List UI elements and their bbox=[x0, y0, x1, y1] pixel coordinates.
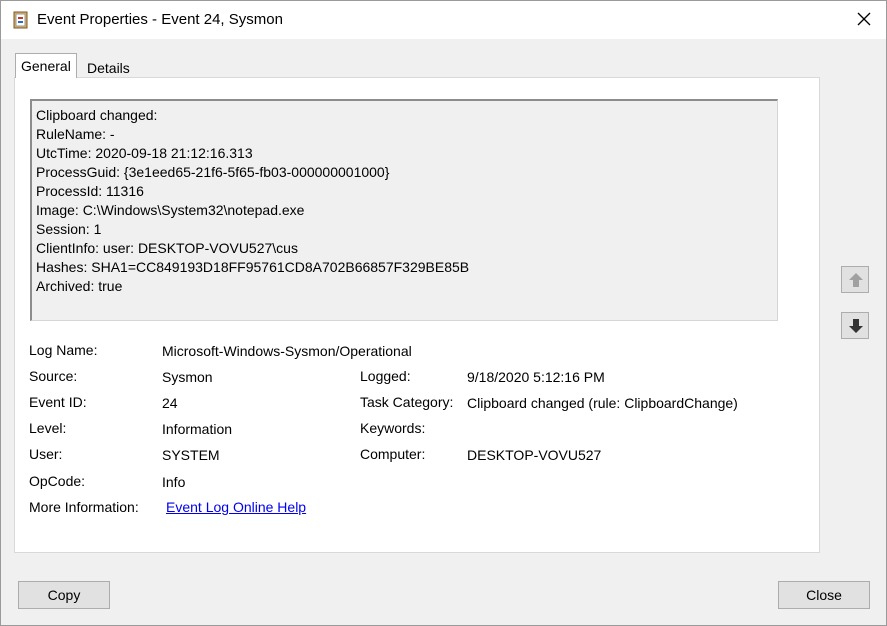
next-event-button[interactable] bbox=[841, 312, 869, 339]
arrow-up-icon bbox=[849, 273, 863, 287]
close-icon[interactable] bbox=[854, 9, 874, 29]
event-id-value[interactable]: 24 bbox=[162, 395, 178, 411]
copy-button[interactable]: Copy bbox=[18, 581, 110, 609]
task-category-value[interactable]: Clipboard changed (rule: ClipboardChange… bbox=[467, 395, 738, 411]
log-name-value[interactable]: Microsoft-Windows-Sysmon/Operational bbox=[162, 343, 412, 359]
user-value[interactable]: SYSTEM bbox=[162, 447, 220, 463]
description-line: Hashes: SHA1=CC849193D18FF95761CD8A702B6… bbox=[36, 259, 470, 275]
description-line: Session: 1 bbox=[36, 221, 102, 237]
event-properties-window: Event Properties - Event 24, Sysmon Gene… bbox=[0, 0, 887, 626]
logged-value[interactable]: 9/18/2020 5:12:16 PM bbox=[467, 369, 605, 385]
tab-general[interactable]: General bbox=[15, 53, 77, 78]
level-value[interactable]: Information bbox=[162, 421, 232, 437]
opcode-label: OpCode: bbox=[29, 473, 86, 489]
tab-details[interactable]: Details bbox=[81, 57, 136, 79]
computer-label: Computer: bbox=[360, 446, 426, 462]
description-line: Archived: true bbox=[36, 278, 123, 294]
user-label: User: bbox=[29, 446, 63, 462]
window-title: Event Properties - Event 24, Sysmon bbox=[37, 11, 283, 28]
more-information-label: More Information: bbox=[29, 499, 139, 515]
close-button[interactable]: Close bbox=[778, 581, 870, 609]
arrow-down-icon bbox=[849, 319, 863, 333]
description-line: UtcTime: 2020-09-18 21:12:16.313 bbox=[36, 145, 253, 161]
source-value[interactable]: Sysmon bbox=[162, 369, 213, 385]
description-line: ClientInfo: user: DESKTOP-VOVU527\cus bbox=[36, 240, 298, 256]
description-line: Image: C:\Windows\System32\notepad.exe bbox=[36, 202, 305, 218]
source-label: Source: bbox=[29, 368, 78, 384]
computer-value[interactable]: DESKTOP-VOVU527 bbox=[467, 447, 601, 463]
event-log-online-help-link[interactable]: Event Log Online Help bbox=[166, 499, 306, 515]
logged-label: Logged: bbox=[360, 368, 411, 384]
description-line: ProcessGuid: {3e1eed65-21f6-5f65-fb03-00… bbox=[36, 164, 390, 180]
description-line: ProcessId: 11316 bbox=[36, 183, 144, 199]
keywords-label: Keywords: bbox=[360, 420, 426, 436]
description-line: Clipboard changed: bbox=[36, 107, 158, 123]
level-label: Level: bbox=[29, 420, 67, 436]
event-description-box[interactable]: Clipboard changed: RuleName: - UtcTime: … bbox=[30, 99, 778, 321]
previous-event-button[interactable] bbox=[841, 266, 869, 293]
title-bar: Event Properties - Event 24, Sysmon bbox=[1, 1, 886, 39]
event-viewer-icon bbox=[13, 11, 29, 29]
general-panel: Clipboard changed: RuleName: - UtcTime: … bbox=[14, 77, 820, 553]
event-id-label: Event ID: bbox=[29, 394, 87, 410]
log-name-label: Log Name: bbox=[29, 342, 98, 358]
description-line: RuleName: - bbox=[36, 126, 115, 142]
task-category-label: Task Category: bbox=[360, 394, 454, 410]
opcode-value[interactable]: Info bbox=[162, 474, 185, 490]
